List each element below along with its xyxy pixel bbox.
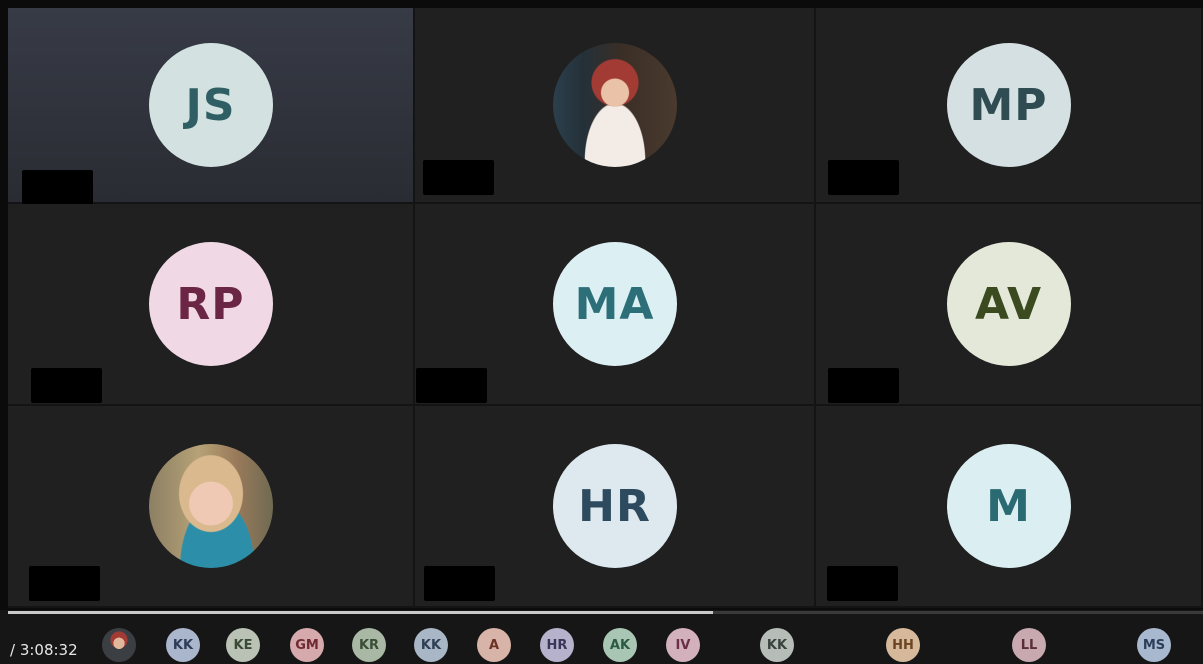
participant-chip[interactable]: KK [414,628,448,662]
participant-chip-initials: KR [358,637,380,653]
elapsed-time: / 3:08:32 [10,641,78,659]
participant-tile[interactable]: RP [8,204,415,406]
participant-avatar: MA [552,242,677,366]
avatar-initials: HR [578,480,651,532]
participant-chip-initials: KK [420,637,442,653]
participant-chip-initials: KK [766,637,788,653]
name-label [22,170,93,205]
participant-chip[interactable]: A [477,628,511,662]
avatar-initials: AV [974,278,1043,330]
name-label [828,160,899,195]
participant-chip[interactable]: LL [1012,628,1046,662]
participant-tile[interactable]: MP [816,8,1203,204]
participant-chip[interactable]: KK [760,628,794,662]
participant-chip-initials: KE [233,637,253,653]
participant-avatar: JS [148,43,273,167]
participant-chip[interactable]: KR [352,628,386,662]
participant-chip[interactable]: IV [666,628,700,662]
participant-chip-initials: IV [675,637,691,653]
participant-chip-initials: HH [892,637,914,653]
playback-progress-fill [8,611,714,614]
participant-avatar: AV [946,242,1071,366]
participant-tile[interactable]: MA [415,204,816,406]
participant-chip[interactable]: GM [290,628,324,662]
avatar-initials: RP [176,278,245,330]
participant-chip[interactable]: HH [886,628,920,662]
name-label [416,368,487,403]
name-label [423,160,494,195]
name-label [828,368,899,403]
participant-tile[interactable] [415,8,816,204]
participant-avatar: HR [552,444,677,568]
participant-avatar: RP [148,242,273,366]
avatar-initials: MP [969,79,1048,131]
participant-chip-initials: A [488,637,500,653]
avatar-initials: JS [185,79,236,131]
participant-chip-initials: LL [1020,637,1038,653]
participant-chip[interactable]: HR [540,628,574,662]
name-label [29,566,100,601]
participant-tile[interactable]: HR [415,406,816,608]
participant-chip-photo[interactable] [102,628,136,662]
participant-tile[interactable]: M [816,406,1203,608]
participant-avatar: MP [946,43,1071,167]
participant-photo [148,444,273,568]
participant-chip-initials: HR [546,637,568,653]
name-label [827,566,898,601]
participant-chip-initials: GM [295,637,319,653]
participant-chip-initials: MS [1142,637,1166,653]
participant-tile[interactable]: AV [816,204,1203,406]
name-label [31,368,102,403]
participant-chip[interactable]: MS [1137,628,1171,662]
name-label [424,566,495,601]
participant-photo [552,43,677,167]
participant-tile[interactable]: JS [8,8,415,205]
participant-chip-initials: AK [609,637,631,653]
participant-chip-initials: KK [172,637,194,653]
avatar-initials: M [986,480,1031,532]
participant-tile[interactable] [8,406,415,608]
participant-chip[interactable]: AK [603,628,637,662]
participant-avatar: M [946,444,1071,568]
participant-chip[interactable]: KK [166,628,200,662]
participant-chip[interactable]: KE [226,628,260,662]
video-grid: JS MP RP MA AV HR M [8,8,1203,608]
avatar-initials: MA [574,278,655,330]
